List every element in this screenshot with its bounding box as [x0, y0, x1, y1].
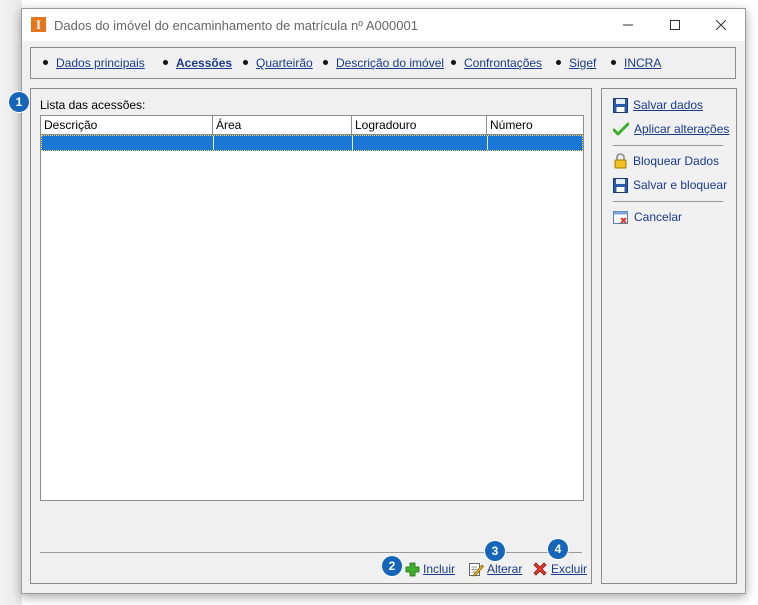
dialog-window: I Dados do imóvel do encaminhamento de m… — [21, 8, 746, 594]
plus-icon — [405, 562, 420, 576]
save-disk-icon — [613, 177, 628, 193]
incluir-button[interactable]: Incluir — [405, 561, 455, 577]
aplicar-alteracoes-button[interactable]: Aplicar alterações — [613, 120, 729, 138]
tab-dados-principais[interactable]: Dados principais — [43, 56, 145, 70]
edit-icon — [469, 563, 484, 577]
cancelar-button[interactable]: Cancelar — [613, 208, 682, 226]
bullet-icon — [243, 60, 248, 66]
cell-logradouro — [353, 136, 488, 150]
tab-acessoes[interactable]: Acessões — [163, 56, 232, 70]
tab-descricao-imovel[interactable]: Descrição do imóvel — [323, 56, 444, 70]
side-actions-panel: Salvar dados Aplicar alterações Bloquear… — [601, 88, 737, 584]
table-row[interactable] — [41, 135, 583, 151]
excluir-button[interactable]: Excluir — [532, 561, 587, 577]
tab-bar: Dados principais Acessões Quarteirão Des… — [30, 47, 736, 79]
callout-badge-2: 2 — [382, 556, 402, 576]
minimize-button[interactable] — [605, 9, 651, 41]
background-edge — [0, 0, 22, 605]
bullet-icon — [556, 60, 561, 66]
title-bar: I Dados do imóvel do encaminhamento de m… — [22, 9, 745, 41]
callout-badge-3: 3 — [485, 541, 505, 561]
cell-descricao — [42, 136, 214, 150]
minimize-icon — [623, 24, 633, 26]
app-logo-icon: I — [31, 17, 46, 32]
tab-quarteirao[interactable]: Quarteirão — [243, 56, 313, 70]
bullet-icon — [451, 60, 456, 66]
list-label: Lista das acessões: — [40, 98, 146, 112]
sidebar-divider — [613, 145, 723, 146]
maximize-icon — [670, 20, 680, 30]
save-disk-icon — [613, 97, 628, 113]
check-icon — [613, 122, 629, 135]
tab-incra[interactable]: INCRA — [611, 56, 661, 70]
column-header-numero[interactable]: Número — [487, 116, 583, 134]
maximize-button[interactable] — [652, 9, 698, 41]
bullet-icon — [43, 60, 48, 66]
callout-badge-4: 4 — [548, 539, 568, 559]
cell-area — [214, 136, 353, 150]
close-icon — [716, 20, 726, 30]
bullet-icon — [611, 60, 616, 66]
bullet-icon — [163, 60, 168, 66]
sidebar-divider — [613, 201, 723, 202]
window-title: Dados do imóvel do encaminhamento de mat… — [54, 18, 418, 33]
acessoes-panel: Lista das acessões: Descrição Área Logra… — [30, 88, 592, 584]
close-button[interactable] — [698, 9, 744, 41]
salvar-dados-button[interactable]: Salvar dados — [613, 96, 703, 114]
column-header-logradouro[interactable]: Logradouro — [352, 116, 487, 134]
cell-numero — [488, 136, 582, 150]
lock-icon — [614, 153, 627, 169]
callout-badge-1: 1 — [9, 92, 29, 112]
column-header-descricao[interactable]: Descrição — [41, 116, 213, 134]
delete-x-icon — [533, 562, 547, 576]
tab-sigef[interactable]: Sigef — [556, 56, 596, 70]
acessoes-grid[interactable]: Descrição Área Logradouro Número — [40, 115, 584, 501]
column-header-area[interactable]: Área — [213, 116, 352, 134]
alterar-button[interactable]: Alterar — [468, 561, 522, 577]
salvar-bloquear-button[interactable]: Salvar e bloquear — [613, 176, 727, 194]
tab-confrontacoes[interactable]: Confrontações — [451, 56, 542, 70]
bullet-icon — [323, 60, 328, 66]
bloquear-dados-button[interactable]: Bloquear Dados — [613, 152, 719, 170]
grid-header: Descrição Área Logradouro Número — [41, 116, 583, 135]
cancel-window-icon — [613, 210, 628, 224]
